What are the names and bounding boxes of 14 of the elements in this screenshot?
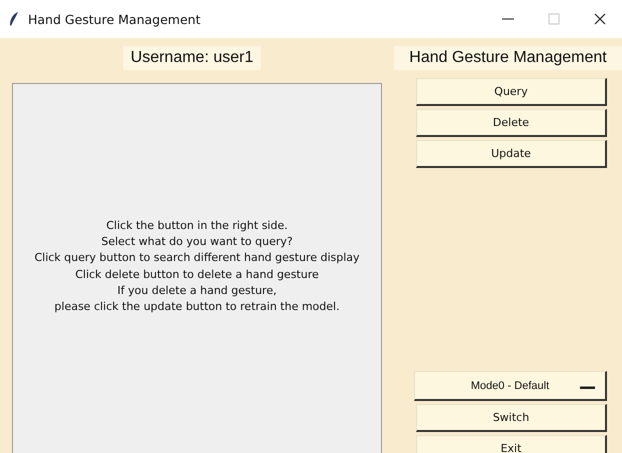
mode-dropdown[interactable]: Mode0 - Default — [414, 371, 607, 401]
close-icon — [594, 13, 606, 25]
window-title: Hand Gesture Management — [28, 12, 202, 26]
action-button[interactable]: Exit — [416, 435, 607, 453]
action-button[interactable]: Update — [416, 140, 607, 168]
feather-icon — [8, 11, 20, 27]
action-button[interactable]: Delete — [416, 109, 607, 137]
panel-heading: Hand Gesture Management — [394, 46, 622, 70]
action-button[interactable]: Query — [416, 78, 607, 106]
username-label: Username: user1 — [122, 46, 262, 70]
dropdown-indicator-icon — [580, 385, 595, 389]
action-button[interactable]: Switch — [416, 404, 607, 432]
maximize-icon — [548, 13, 560, 25]
instructions-text: Click the button in the right side. Select what do you want to query? Click query button to search different hand gesture display Click delete button to delete a hand gesture If you delete a hand gesture, please click the update button to retrain the model. — [34, 218, 360, 315]
